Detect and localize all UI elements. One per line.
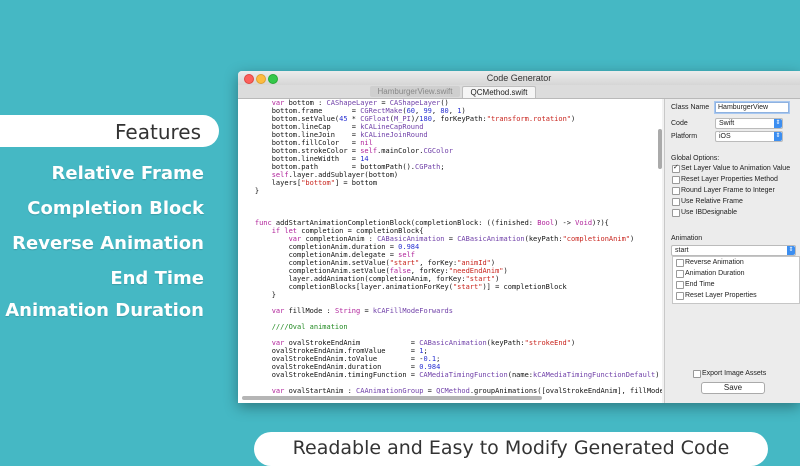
- code-editor[interactable]: var bottom : CAShapeLayer = CAShapeLayer…: [238, 99, 662, 403]
- code-language-value: Swift: [719, 120, 735, 127]
- reverse-animation-label: Reverse Animation: [685, 259, 744, 266]
- code-line: bottom.path = bottomPath().CGPath;: [238, 163, 445, 171]
- vertical-scrollbar[interactable]: [658, 129, 662, 169]
- code-line: ovalStrokeEndAnim.toValue = -0.1;: [238, 355, 441, 363]
- use-ibdesignable-label: Use IBDesignable: [681, 209, 738, 216]
- code-line: self.layer.addSublayer(bottom): [271, 171, 399, 179]
- save-button[interactable]: Save: [701, 382, 765, 394]
- code-line: bottom.lineWidth = 14: [238, 155, 369, 163]
- tab-qcmethod-swift[interactable]: QCMethod.swift: [462, 86, 536, 98]
- horizontal-scrollbar[interactable]: [242, 396, 542, 400]
- code-generator-window: Code Generator HamburgerView.swift QCMet…: [238, 71, 800, 403]
- code-line: completionAnim.setValue(false, forKey:"n…: [238, 267, 508, 275]
- select-arrows-icon: ⇕: [774, 132, 782, 141]
- animation-duration-label: Animation Duration: [685, 270, 745, 277]
- use-ibdesignable-checkbox[interactable]: [672, 209, 680, 217]
- code-line: completionAnim.setValue("start", forKey:…: [238, 259, 496, 267]
- end-time-label: End Time: [685, 281, 715, 288]
- code-line: bottom.fillColor = nil: [238, 139, 373, 147]
- tab-bar: HamburgerView.swift QCMethod.swift: [238, 85, 800, 99]
- code-line: ovalStrokeEndAnim.duration = 0.984: [238, 363, 441, 371]
- code-line: ovalStrokeEndAnim.fromValue = 1;: [238, 347, 428, 355]
- export-image-assets-checkbox[interactable]: [693, 370, 701, 378]
- code-line: var ovalStrokeEndAnim = CABasicAnimation…: [271, 339, 576, 347]
- set-layer-value-label: Set Layer Value to Animation Value: [681, 165, 791, 172]
- select-arrows-icon: ⇕: [774, 119, 782, 128]
- feature-relative-frame: Relative Frame: [51, 163, 205, 184]
- code-line: bottom.lineJoin = kCALineJoinRound: [238, 131, 428, 139]
- code-label: Code: [671, 120, 688, 127]
- platform-select[interactable]: iOS ⇕: [715, 131, 783, 142]
- export-image-assets-label: Export Image Assets: [702, 370, 767, 377]
- caption-pill: Readable and Easy to Modify Generated Co…: [254, 432, 768, 466]
- code-line: var ovalStartAnim : CAAnimationGroup = Q…: [271, 387, 662, 395]
- reset-layer-properties-checkbox[interactable]: [672, 176, 680, 184]
- reset-layer-properties-anim-checkbox[interactable]: [676, 292, 684, 300]
- code-line: var fillMode : String = kCAFillModeForwa…: [271, 307, 453, 315]
- feature-animation-duration: Animation Duration: [5, 300, 204, 321]
- code-text: var bottom : CAShapeLayer = CAShapeLayer…: [238, 99, 662, 395]
- code-line: bottom.lineCap = kCALineCapRound: [238, 123, 424, 131]
- platform-label: Platform: [671, 133, 698, 140]
- options-panel: Class Name HamburgerView Code Swift ⇕ Pl…: [664, 99, 800, 403]
- code-line: if let completion = completionBlock{: [271, 227, 424, 235]
- reset-layer-properties-anim-label: Reset Layer Properties: [685, 292, 757, 299]
- code-language-select[interactable]: Swift ⇕: [715, 118, 783, 129]
- set-layer-value-checkbox[interactable]: [672, 163, 680, 173]
- round-layer-frame-checkbox[interactable]: [672, 187, 680, 195]
- round-layer-frame-label: Round Layer Frame to Integer: [681, 187, 775, 194]
- feature-end-time: End Time: [110, 268, 204, 289]
- code-line: func addStartAnimationCompletionBlock(co…: [254, 219, 609, 227]
- code-line: layer.addAnimation(completionAnim, forKe…: [238, 275, 500, 283]
- title-bar: Code Generator: [238, 71, 800, 85]
- features-heading-pill: Features: [0, 115, 219, 147]
- code-line: bottom.setValue(45 * CGFloat(M_PI)/180, …: [238, 115, 576, 123]
- class-name-label: Class Name: [671, 104, 710, 111]
- select-arrows-icon: ⇕: [787, 246, 795, 255]
- use-relative-frame-checkbox[interactable]: [672, 198, 680, 206]
- code-line: bottom.strokeColor = self.mainColor.CGCo…: [238, 147, 453, 155]
- code-line: ////Oval animation: [238, 323, 348, 331]
- tab-hamburgerview-swift[interactable]: HamburgerView.swift: [370, 86, 460, 97]
- code-line: var bottom : CAShapeLayer = CAShapeLayer…: [271, 99, 449, 107]
- feature-completion-block: Completion Block: [27, 198, 204, 219]
- features-heading: Features: [115, 120, 201, 144]
- code-line: completionAnim.delegate = self: [238, 251, 416, 259]
- code-line: var completionAnim : CABasicAnimation = …: [288, 235, 635, 243]
- animation-value: start: [675, 247, 689, 254]
- animation-label: Animation: [671, 235, 703, 242]
- code-line: }: [238, 187, 260, 195]
- animation-duration-checkbox[interactable]: [676, 270, 684, 278]
- platform-value: iOS: [719, 133, 731, 140]
- code-line: bottom.frame = CGRectMake(60, 99, 80, 1): [238, 107, 466, 115]
- animation-select[interactable]: start ⇕: [671, 245, 796, 256]
- end-time-checkbox[interactable]: [676, 281, 684, 289]
- class-name-field[interactable]: HamburgerView: [715, 102, 789, 113]
- feature-reverse-animation: Reverse Animation: [12, 233, 204, 254]
- caption-text: Readable and Easy to Modify Generated Co…: [292, 437, 730, 459]
- reverse-animation-checkbox[interactable]: [676, 259, 684, 267]
- code-line: layers["bottom"] = bottom: [238, 179, 378, 187]
- code-line: }: [238, 291, 276, 299]
- reset-layer-properties-label: Reset Layer Properties Method: [681, 176, 778, 183]
- use-relative-frame-label: Use Relative Frame: [681, 198, 743, 205]
- window-title: Code Generator: [486, 73, 552, 83]
- code-line: completionBlocks[layer.animationForKey("…: [238, 283, 567, 291]
- code-line: completionAnim.duration = 0.984: [238, 243, 420, 251]
- code-line: ovalStrokeEndAnim.timingFunction = CAMed…: [238, 371, 660, 379]
- global-options-label: Global Options:: [671, 155, 720, 162]
